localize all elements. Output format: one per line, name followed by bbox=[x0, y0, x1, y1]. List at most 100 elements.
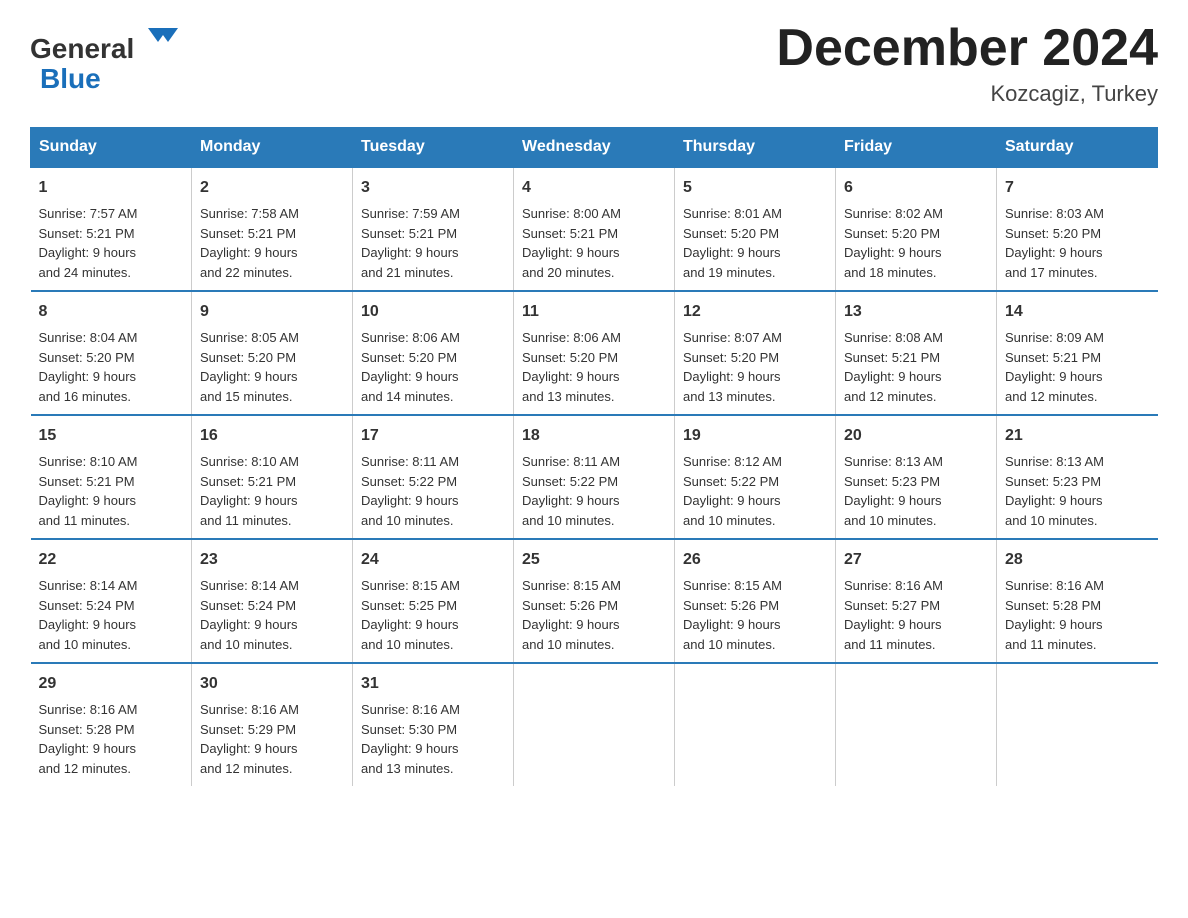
col-friday: Friday bbox=[836, 128, 997, 168]
day-number: 15 bbox=[39, 424, 184, 448]
day-info: Sunrise: 8:02 AMSunset: 5:20 PMDaylight:… bbox=[844, 206, 943, 280]
day-number: 27 bbox=[844, 548, 988, 572]
day-info: Sunrise: 8:11 AMSunset: 5:22 PMDaylight:… bbox=[361, 454, 459, 528]
col-sunday: Sunday bbox=[31, 128, 192, 168]
table-row: 3 Sunrise: 7:59 AMSunset: 5:21 PMDayligh… bbox=[353, 167, 514, 291]
col-wednesday: Wednesday bbox=[514, 128, 675, 168]
calendar-subtitle: Kozcagiz, Turkey bbox=[776, 81, 1158, 107]
table-row: 19 Sunrise: 8:12 AMSunset: 5:22 PMDaylig… bbox=[675, 415, 836, 539]
table-row bbox=[675, 663, 836, 786]
day-info: Sunrise: 8:15 AMSunset: 5:25 PMDaylight:… bbox=[361, 578, 460, 652]
col-monday: Monday bbox=[192, 128, 353, 168]
day-number: 12 bbox=[683, 300, 827, 324]
day-number: 18 bbox=[522, 424, 666, 448]
day-info: Sunrise: 7:59 AMSunset: 5:21 PMDaylight:… bbox=[361, 206, 460, 280]
calendar-week-row: 8 Sunrise: 8:04 AMSunset: 5:20 PMDayligh… bbox=[31, 291, 1158, 415]
logo-svg: General Blue bbox=[30, 20, 200, 100]
day-info: Sunrise: 8:15 AMSunset: 5:26 PMDaylight:… bbox=[522, 578, 621, 652]
calendar-table: Sunday Monday Tuesday Wednesday Thursday… bbox=[30, 127, 1158, 786]
day-info: Sunrise: 8:11 AMSunset: 5:22 PMDaylight:… bbox=[522, 454, 620, 528]
day-info: Sunrise: 8:03 AMSunset: 5:20 PMDaylight:… bbox=[1005, 206, 1104, 280]
svg-text:General: General bbox=[30, 33, 134, 64]
day-info: Sunrise: 8:05 AMSunset: 5:20 PMDaylight:… bbox=[200, 330, 299, 404]
table-row: 12 Sunrise: 8:07 AMSunset: 5:20 PMDaylig… bbox=[675, 291, 836, 415]
table-row: 31 Sunrise: 8:16 AMSunset: 5:30 PMDaylig… bbox=[353, 663, 514, 786]
day-info: Sunrise: 8:08 AMSunset: 5:21 PMDaylight:… bbox=[844, 330, 943, 404]
day-number: 13 bbox=[844, 300, 988, 324]
table-row bbox=[514, 663, 675, 786]
table-row: 17 Sunrise: 8:11 AMSunset: 5:22 PMDaylig… bbox=[353, 415, 514, 539]
calendar-title: December 2024 bbox=[776, 20, 1158, 77]
day-number: 17 bbox=[361, 424, 505, 448]
table-row: 6 Sunrise: 8:02 AMSunset: 5:20 PMDayligh… bbox=[836, 167, 997, 291]
table-row: 11 Sunrise: 8:06 AMSunset: 5:20 PMDaylig… bbox=[514, 291, 675, 415]
table-row: 4 Sunrise: 8:00 AMSunset: 5:21 PMDayligh… bbox=[514, 167, 675, 291]
table-row: 25 Sunrise: 8:15 AMSunset: 5:26 PMDaylig… bbox=[514, 539, 675, 663]
day-info: Sunrise: 8:06 AMSunset: 5:20 PMDaylight:… bbox=[522, 330, 621, 404]
day-number: 11 bbox=[522, 300, 666, 324]
table-row: 18 Sunrise: 8:11 AMSunset: 5:22 PMDaylig… bbox=[514, 415, 675, 539]
day-number: 10 bbox=[361, 300, 505, 324]
table-row bbox=[997, 663, 1158, 786]
day-number: 1 bbox=[39, 176, 184, 200]
day-number: 22 bbox=[39, 548, 184, 572]
day-info: Sunrise: 8:16 AMSunset: 5:28 PMDaylight:… bbox=[1005, 578, 1104, 652]
page-header: General Blue December 2024 Kozcagiz, Tur… bbox=[30, 20, 1158, 107]
table-row bbox=[836, 663, 997, 786]
table-row: 14 Sunrise: 8:09 AMSunset: 5:21 PMDaylig… bbox=[997, 291, 1158, 415]
day-number: 16 bbox=[200, 424, 344, 448]
table-row: 23 Sunrise: 8:14 AMSunset: 5:24 PMDaylig… bbox=[192, 539, 353, 663]
day-number: 6 bbox=[844, 176, 988, 200]
table-row: 21 Sunrise: 8:13 AMSunset: 5:23 PMDaylig… bbox=[997, 415, 1158, 539]
day-info: Sunrise: 8:10 AMSunset: 5:21 PMDaylight:… bbox=[39, 454, 138, 528]
day-info: Sunrise: 8:06 AMSunset: 5:20 PMDaylight:… bbox=[361, 330, 460, 404]
col-thursday: Thursday bbox=[675, 128, 836, 168]
calendar-week-row: 1 Sunrise: 7:57 AMSunset: 5:21 PMDayligh… bbox=[31, 167, 1158, 291]
table-row: 8 Sunrise: 8:04 AMSunset: 5:20 PMDayligh… bbox=[31, 291, 192, 415]
day-number: 26 bbox=[683, 548, 827, 572]
day-number: 7 bbox=[1005, 176, 1150, 200]
day-info: Sunrise: 8:14 AMSunset: 5:24 PMDaylight:… bbox=[200, 578, 299, 652]
day-number: 30 bbox=[200, 672, 344, 696]
calendar-week-row: 22 Sunrise: 8:14 AMSunset: 5:24 PMDaylig… bbox=[31, 539, 1158, 663]
table-row: 26 Sunrise: 8:15 AMSunset: 5:26 PMDaylig… bbox=[675, 539, 836, 663]
table-row: 27 Sunrise: 8:16 AMSunset: 5:27 PMDaylig… bbox=[836, 539, 997, 663]
day-number: 29 bbox=[39, 672, 184, 696]
table-row: 15 Sunrise: 8:10 AMSunset: 5:21 PMDaylig… bbox=[31, 415, 192, 539]
day-number: 8 bbox=[39, 300, 184, 324]
day-info: Sunrise: 8:10 AMSunset: 5:21 PMDaylight:… bbox=[200, 454, 299, 528]
table-row: 13 Sunrise: 8:08 AMSunset: 5:21 PMDaylig… bbox=[836, 291, 997, 415]
day-number: 23 bbox=[200, 548, 344, 572]
day-info: Sunrise: 7:57 AMSunset: 5:21 PMDaylight:… bbox=[39, 206, 138, 280]
table-row: 22 Sunrise: 8:14 AMSunset: 5:24 PMDaylig… bbox=[31, 539, 192, 663]
day-number: 24 bbox=[361, 548, 505, 572]
calendar-week-row: 29 Sunrise: 8:16 AMSunset: 5:28 PMDaylig… bbox=[31, 663, 1158, 786]
table-row: 7 Sunrise: 8:03 AMSunset: 5:20 PMDayligh… bbox=[997, 167, 1158, 291]
day-info: Sunrise: 8:01 AMSunset: 5:20 PMDaylight:… bbox=[683, 206, 782, 280]
title-block: December 2024 Kozcagiz, Turkey bbox=[776, 20, 1158, 107]
table-row: 29 Sunrise: 8:16 AMSunset: 5:28 PMDaylig… bbox=[31, 663, 192, 786]
calendar-header-row: Sunday Monday Tuesday Wednesday Thursday… bbox=[31, 128, 1158, 168]
day-number: 19 bbox=[683, 424, 827, 448]
day-number: 25 bbox=[522, 548, 666, 572]
day-number: 3 bbox=[361, 176, 505, 200]
day-info: Sunrise: 8:09 AMSunset: 5:21 PMDaylight:… bbox=[1005, 330, 1104, 404]
day-number: 31 bbox=[361, 672, 505, 696]
calendar-week-row: 15 Sunrise: 8:10 AMSunset: 5:21 PMDaylig… bbox=[31, 415, 1158, 539]
col-saturday: Saturday bbox=[997, 128, 1158, 168]
day-info: Sunrise: 8:13 AMSunset: 5:23 PMDaylight:… bbox=[844, 454, 943, 528]
col-tuesday: Tuesday bbox=[353, 128, 514, 168]
table-row: 1 Sunrise: 7:57 AMSunset: 5:21 PMDayligh… bbox=[31, 167, 192, 291]
table-row: 20 Sunrise: 8:13 AMSunset: 5:23 PMDaylig… bbox=[836, 415, 997, 539]
table-row: 10 Sunrise: 8:06 AMSunset: 5:20 PMDaylig… bbox=[353, 291, 514, 415]
day-info: Sunrise: 8:16 AMSunset: 5:30 PMDaylight:… bbox=[361, 702, 460, 776]
day-number: 21 bbox=[1005, 424, 1150, 448]
table-row: 9 Sunrise: 8:05 AMSunset: 5:20 PMDayligh… bbox=[192, 291, 353, 415]
table-row: 30 Sunrise: 8:16 AMSunset: 5:29 PMDaylig… bbox=[192, 663, 353, 786]
day-number: 2 bbox=[200, 176, 344, 200]
day-info: Sunrise: 8:15 AMSunset: 5:26 PMDaylight:… bbox=[683, 578, 782, 652]
day-info: Sunrise: 8:00 AMSunset: 5:21 PMDaylight:… bbox=[522, 206, 621, 280]
day-number: 5 bbox=[683, 176, 827, 200]
table-row: 28 Sunrise: 8:16 AMSunset: 5:28 PMDaylig… bbox=[997, 539, 1158, 663]
day-number: 4 bbox=[522, 176, 666, 200]
